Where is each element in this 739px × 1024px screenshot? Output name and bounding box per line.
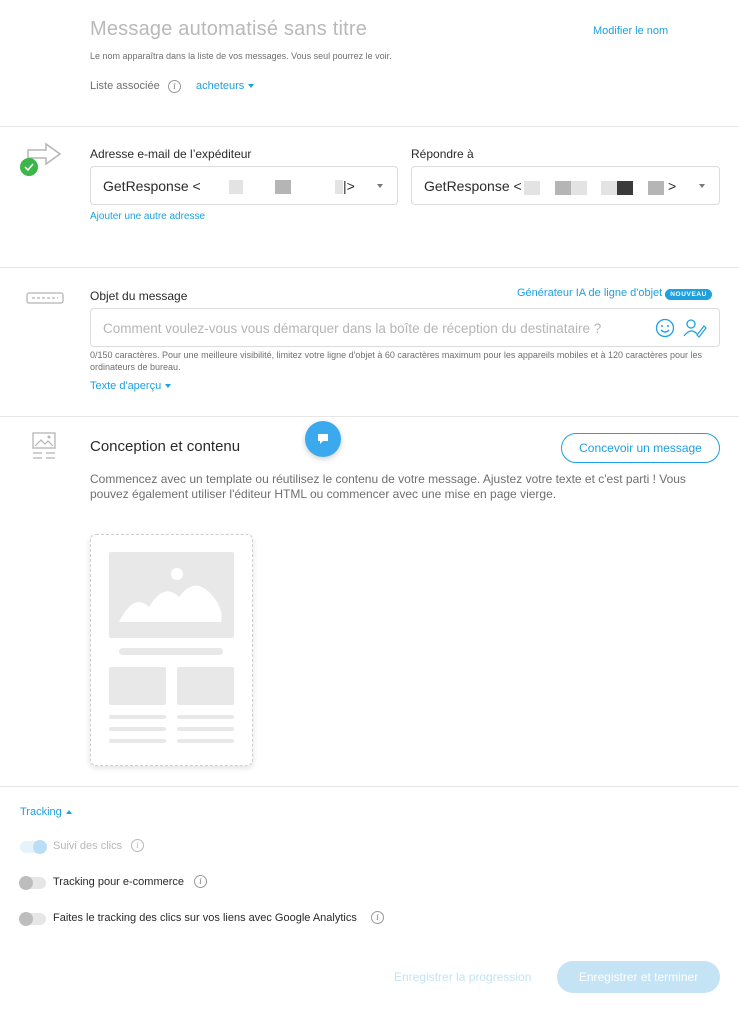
ai-subject-link[interactable]: Générateur IA de ligne d'objet xyxy=(517,287,662,299)
template-image-placeholder xyxy=(109,552,234,638)
template-line-placeholder xyxy=(109,727,166,731)
template-line-placeholder xyxy=(177,715,234,719)
info-icon[interactable]: i xyxy=(131,839,144,852)
from-address-suffix: |> xyxy=(343,178,355,194)
design-message-button[interactable]: Concevoir un message xyxy=(561,433,720,463)
subject-label: Objet du message xyxy=(90,289,188,303)
message-name-title: Message automatisé sans titre xyxy=(90,18,368,40)
template-line-placeholder xyxy=(177,739,234,743)
reply-to-suffix: > xyxy=(668,178,677,194)
image-icon xyxy=(119,568,222,622)
template-line-placeholder xyxy=(109,715,166,719)
info-icon[interactable]: i xyxy=(194,875,207,888)
preview-text-toggle[interactable]: Texte d'aperçu xyxy=(90,380,172,392)
subject-input[interactable]: Comment voulez-vous vous démarquer dans … xyxy=(90,308,720,347)
chevron-up-icon xyxy=(65,810,72,815)
personalize-icon[interactable] xyxy=(683,318,707,343)
redacted-block xyxy=(617,181,633,195)
chat-button[interactable] xyxy=(305,421,341,457)
design-section-icon xyxy=(31,432,59,467)
divider xyxy=(0,267,739,268)
template-preview-card[interactable] xyxy=(90,534,253,766)
chat-icon xyxy=(318,434,328,444)
template-line-placeholder xyxy=(109,739,166,743)
design-title: Conception et contenu xyxy=(90,438,241,455)
ai-subject-generator[interactable]: Générateur IA de ligne d'objet NOUVEAU xyxy=(517,287,712,300)
redacted-block xyxy=(229,180,243,194)
click-tracking-label: Suivi des clics xyxy=(53,840,123,852)
template-block-placeholder xyxy=(177,667,234,705)
subject-help: 0/150 caractères. Pour une meilleure vis… xyxy=(90,350,703,372)
reply-to-label: Répondre à xyxy=(411,147,474,161)
ecommerce-tracking-switch[interactable] xyxy=(19,876,46,890)
reply-to-prefix: GetResponse < xyxy=(424,178,522,194)
name-hint: Le nom apparaîtra dans la liste de vos m… xyxy=(90,51,392,61)
template-block-placeholder xyxy=(109,667,166,705)
tracking-label: Tracking xyxy=(20,806,62,818)
template-heading-placeholder xyxy=(119,648,223,655)
save-and-finish-button[interactable]: Enregistrer et terminer xyxy=(557,961,720,993)
save-progress-button[interactable]: Enregistrer la progression xyxy=(394,970,531,984)
template-line-placeholder xyxy=(177,727,234,731)
preview-text-label: Texte d'aperçu xyxy=(90,380,162,392)
divider xyxy=(0,786,739,787)
add-address-link[interactable]: Ajouter une autre adresse xyxy=(90,211,205,222)
list-value: acheteurs xyxy=(196,80,245,92)
redacted-block xyxy=(524,181,540,195)
sender-section-icon xyxy=(18,142,64,178)
new-badge: NOUVEAU xyxy=(665,289,712,300)
divider xyxy=(0,416,739,417)
from-address-prefix: GetResponse < xyxy=(103,178,201,194)
divider xyxy=(0,126,739,127)
list-select[interactable]: acheteurs xyxy=(196,80,255,92)
design-description: Commencez avec un template ou réutilisez… xyxy=(90,472,686,501)
redacted-block xyxy=(601,181,617,195)
redacted-block xyxy=(571,181,587,195)
redacted-block xyxy=(275,180,291,194)
redacted-block xyxy=(335,180,343,194)
emoji-icon[interactable] xyxy=(655,318,675,343)
redacted-block xyxy=(648,181,664,195)
chevron-down-icon xyxy=(377,184,383,188)
redacted-block xyxy=(555,181,571,195)
click-tracking-switch[interactable] xyxy=(20,840,47,854)
ga-tracking-label: Faites le tracking des clics sur vos lie… xyxy=(53,912,357,924)
tracking-toggle[interactable]: Tracking xyxy=(20,806,72,818)
reply-to-select[interactable]: GetResponse < > xyxy=(411,166,720,205)
info-icon[interactable]: i xyxy=(168,80,181,93)
list-label: Liste associée xyxy=(90,80,160,92)
ecommerce-tracking-label: Tracking pour e-commerce xyxy=(53,876,185,888)
from-label: Adresse e-mail de l’expéditeur xyxy=(90,147,252,161)
subject-line-icon xyxy=(26,291,64,309)
chevron-down-icon xyxy=(165,384,172,389)
chevron-down-icon xyxy=(699,184,705,188)
ga-tracking-switch[interactable] xyxy=(19,912,46,926)
subject-placeholder: Comment voulez-vous vous démarquer dans … xyxy=(103,321,602,336)
from-address-select[interactable]: GetResponse < |> xyxy=(90,166,398,205)
chevron-down-icon xyxy=(248,84,255,89)
info-icon[interactable]: i xyxy=(371,911,384,924)
rename-link[interactable]: Modifier le nom xyxy=(593,25,668,37)
